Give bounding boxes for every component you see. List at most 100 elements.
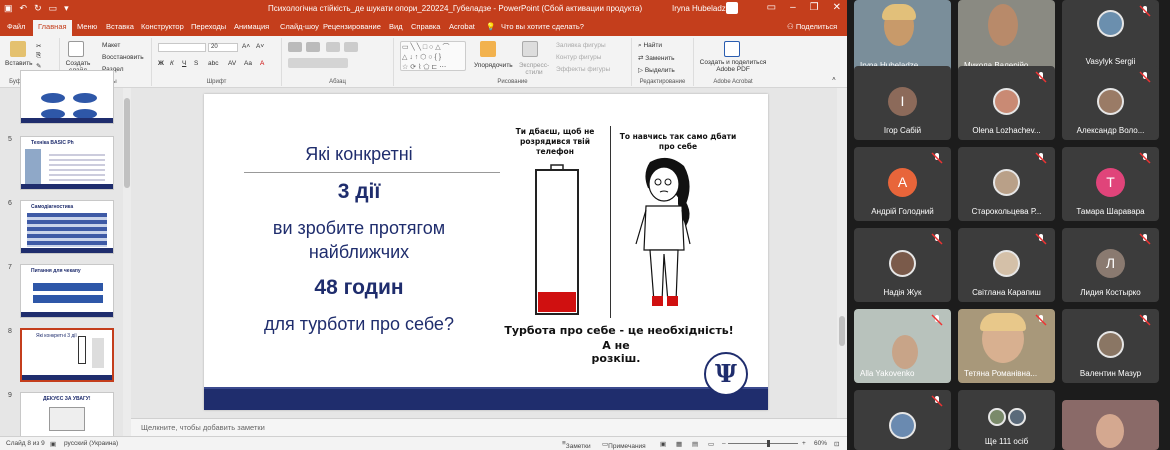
thumbnail-row[interactable]: 8 Які конкретні 3 дії	[6, 328, 116, 384]
slide-thumbnail[interactable]: Питання для чекапу	[20, 264, 114, 318]
tab-transitions[interactable]: Переходы	[191, 22, 226, 31]
cut-icon[interactable]: ✂	[36, 42, 41, 50]
thumbnail-row[interactable]	[6, 70, 116, 126]
thumbnails-scrollbar[interactable]	[123, 88, 131, 438]
slide-thumbnail-selected[interactable]: Які конкретні 3 дії	[20, 328, 114, 382]
slide-thumbnail[interactable]	[20, 70, 114, 124]
thumbnail-row[interactable]: 6 Самодіагностика	[6, 200, 116, 256]
participant-tile[interactable]: Надія Жук	[854, 228, 951, 302]
shape-outline-button[interactable]: Контур фигуры	[556, 54, 601, 61]
participant-tile[interactable]: Валентин Мазур	[1062, 309, 1159, 383]
slide-thumbnail[interactable]: Самодіагностика	[20, 200, 114, 254]
tab-home[interactable]: Главная	[33, 20, 72, 36]
select-button[interactable]: ▷ Выделить	[638, 66, 675, 74]
share-button[interactable]: ⚇ Поделиться	[787, 22, 837, 31]
zoom-out-icon[interactable]: –	[722, 440, 726, 447]
tab-insert[interactable]: Вставка	[106, 22, 134, 31]
participant-tile[interactable]: Старокольцева Р...	[958, 147, 1055, 221]
reading-view-icon[interactable]: ▤	[692, 440, 698, 448]
participant-tile[interactable]: Olena Lozhachev...	[958, 66, 1055, 140]
start-slideshow-icon[interactable]: ▭	[49, 3, 58, 14]
current-slide[interactable]: Які конкретні 3 дії ви зробите протягом …	[204, 94, 768, 410]
spellcheck-icon[interactable]: ▣	[50, 440, 56, 448]
thumbnail-row[interactable]: 7 Питання для чекапу	[6, 264, 116, 320]
shrink-font-icon[interactable]: A˅	[256, 43, 264, 50]
slide-thumbnail[interactable]: Техніка BASIC Ph	[20, 136, 114, 190]
shape-effects-button[interactable]: Эффекты фигуры	[556, 66, 610, 73]
replace-button[interactable]: ⇄ Заменить	[638, 54, 674, 62]
quick-styles-button[interactable]: Экспресс-стили	[518, 62, 550, 76]
undo-icon[interactable]: ↶	[20, 3, 28, 14]
create-pdf-button[interactable]: Создать и поделиться Adobe PDF	[696, 59, 770, 73]
close-button[interactable]: ✕	[833, 2, 841, 13]
participant-tile[interactable]: Тетяна Романівна...	[958, 309, 1055, 383]
bullets-icon[interactable]	[288, 42, 302, 52]
comments-toggle[interactable]: ▭ Примечания	[602, 440, 646, 450]
arrange-button[interactable]: Упорядочить	[474, 62, 513, 69]
collapse-ribbon-icon[interactable]: ˄	[832, 76, 836, 83]
italic-icon[interactable]: К	[170, 60, 174, 67]
participant-tile[interactable]: Т Тамара Шаравара	[1062, 147, 1159, 221]
format-painter-icon[interactable]: ✎	[36, 62, 41, 70]
pdf-icon[interactable]	[724, 41, 740, 57]
tab-file[interactable]: Файл	[7, 22, 25, 31]
bold-icon[interactable]: Ж	[158, 60, 164, 67]
participant-tile[interactable]: Alla Yakovenko	[854, 309, 951, 383]
indent-icon[interactable]	[326, 42, 340, 52]
zoom-slider-thumb[interactable]	[767, 440, 770, 447]
paste-icon[interactable]	[10, 41, 26, 57]
shape-fill-button[interactable]: Заливка фигуры	[556, 42, 606, 49]
tab-animations[interactable]: Анимация	[234, 22, 269, 31]
participant-tile[interactable]: І Ігор Сабій	[854, 66, 951, 140]
participant-tile[interactable]	[1062, 400, 1159, 450]
underline-icon[interactable]: Ч	[182, 60, 186, 67]
find-button[interactable]: ⌕ Найти	[638, 42, 662, 50]
font-size-input[interactable]: 20	[208, 43, 238, 52]
redo-icon[interactable]: ↻	[34, 3, 42, 14]
align-icons[interactable]	[288, 58, 348, 68]
customize-qat-icon[interactable]: ▾	[64, 3, 69, 14]
fit-slide-icon[interactable]: ⊡	[834, 440, 839, 448]
paste-button[interactable]: Вставить	[5, 60, 33, 67]
zoom-slider[interactable]	[728, 443, 798, 444]
thumbnail-row[interactable]: 5 Техніка BASIC Ph	[6, 136, 116, 192]
user-avatar[interactable]	[726, 2, 738, 14]
editor-scrollbar[interactable]	[837, 88, 847, 418]
tab-menu[interactable]: Меню	[77, 22, 97, 31]
more-participants-tile[interactable]: Ще 111 осіб	[958, 390, 1055, 450]
change-case-icon[interactable]: Aa	[244, 60, 252, 67]
tell-me-search[interactable]: Что вы хотите сделать?	[501, 22, 584, 31]
participant-tile[interactable]: Л Лидия Костырко	[1062, 228, 1159, 302]
participant-tile[interactable]: Iryna Hubeladze	[854, 0, 951, 74]
shapes-gallery[interactable]: ▭ ╲ ╲ □ ○ △ ⌒ △ ↓ ↑ ⬡ ○ { } ☆ ⟳ ⌇ ⬠ ⊏ ⋯	[400, 41, 466, 71]
grow-font-icon[interactable]: A˄	[242, 43, 250, 50]
minimize-button[interactable]: –	[790, 2, 796, 13]
user-name[interactable]: Iryna Hubeladze	[672, 4, 730, 13]
notes-pane[interactable]: Щелкните, чтобы добавить заметки	[131, 418, 847, 436]
tab-acrobat[interactable]: Acrobat	[449, 22, 475, 31]
numbering-icon[interactable]	[306, 42, 320, 52]
font-color-icon[interactable]: A	[260, 60, 264, 67]
slideshow-view-icon[interactable]: ▭	[708, 440, 714, 448]
tab-review[interactable]: Рецензирование	[323, 22, 381, 31]
reset-button[interactable]: Восстановить	[102, 54, 144, 61]
tab-design[interactable]: Конструктор	[141, 22, 184, 31]
participant-tile[interactable]: Микола Валерійо...	[958, 0, 1055, 74]
zoom-in-icon[interactable]: +	[802, 440, 806, 447]
participant-tile[interactable]: Vasylyk Sergii	[1062, 0, 1159, 74]
ribbon-display-icon[interactable]: ▭	[767, 2, 776, 13]
layout-button[interactable]: Макет	[102, 42, 120, 49]
scrollbar-knob[interactable]	[124, 98, 130, 188]
normal-view-icon[interactable]: ▣	[660, 440, 666, 448]
tab-help[interactable]: Справка	[411, 22, 440, 31]
notes-toggle[interactable]: ≡ Заметки	[562, 440, 591, 450]
font-name-input[interactable]	[158, 43, 206, 52]
tab-slideshow[interactable]: Слайд-шоу	[280, 22, 319, 31]
arrange-icon[interactable]	[480, 41, 496, 57]
zoom-level[interactable]: 60%	[814, 440, 827, 447]
spacing-icon[interactable]: AV	[228, 60, 236, 67]
new-slide-icon[interactable]	[68, 41, 84, 57]
shadow-icon[interactable]: S	[194, 60, 198, 67]
strikethrough-icon[interactable]: abc	[208, 60, 218, 67]
copy-icon[interactable]: ⎘	[36, 52, 41, 60]
